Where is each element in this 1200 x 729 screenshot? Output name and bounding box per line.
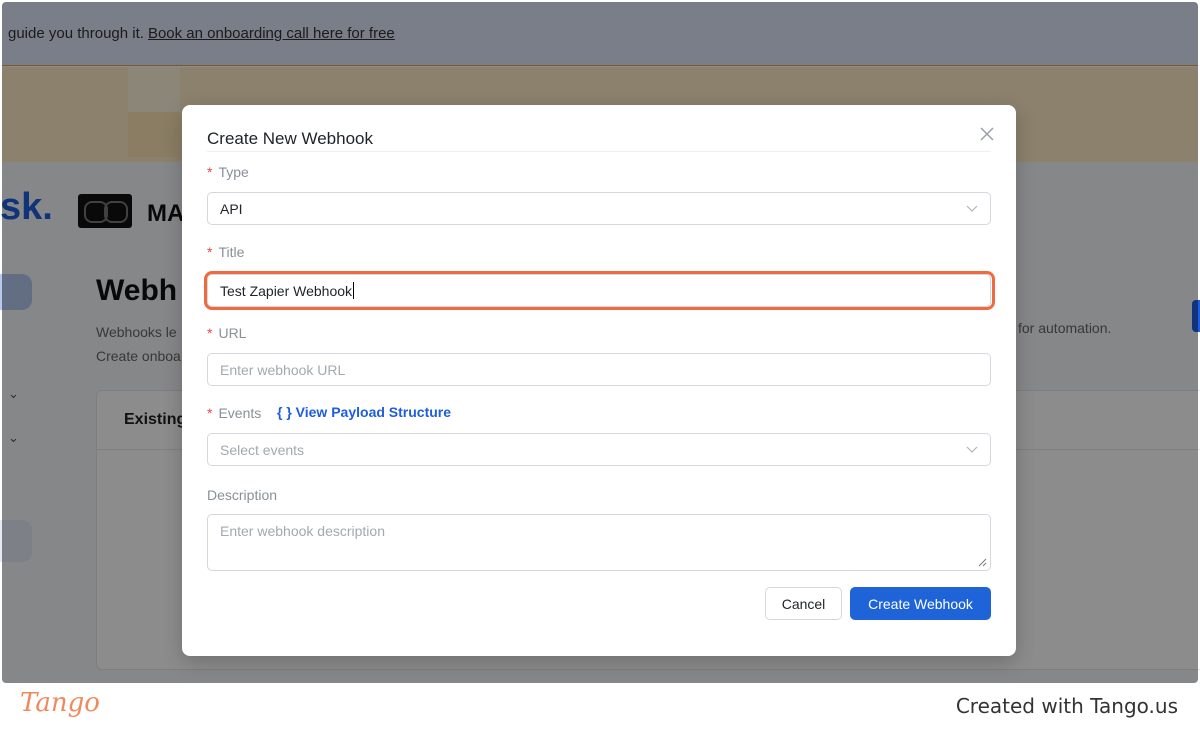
required-marker: *: [207, 325, 213, 341]
required-marker: *: [207, 244, 213, 260]
tango-logo: Tango: [20, 688, 100, 718]
url-label: * URL: [207, 325, 246, 341]
close-icon[interactable]: [978, 125, 996, 143]
description-label: Description: [207, 487, 278, 503]
type-select[interactable]: API: [207, 192, 991, 225]
title-label-text: Title: [218, 244, 245, 260]
create-webhook-modal: Create New Webhook * Type API * Title Test…: [182, 105, 1016, 656]
text-cursor: [353, 282, 355, 299]
url-label-text: URL: [218, 325, 247, 341]
url-input[interactable]: Enter webhook URL: [207, 353, 991, 386]
title-input[interactable]: Test Zapier Webhook: [207, 274, 991, 307]
resize-handle-icon[interactable]: [977, 557, 987, 567]
chevron-down-icon: [966, 205, 978, 212]
description-placeholder: Enter webhook description: [220, 523, 385, 539]
title-label: * Title: [207, 244, 244, 260]
divider: [207, 151, 991, 152]
events-label-text: Events: [218, 405, 262, 421]
description-textarea[interactable]: Enter webhook description: [207, 514, 991, 571]
events-select[interactable]: Select events: [207, 433, 991, 466]
events-label: * Events: [207, 405, 261, 421]
footer-credit: Created with Tango.us: [955, 694, 1178, 718]
url-input-placeholder: Enter webhook URL: [220, 361, 346, 378]
required-marker: *: [207, 164, 213, 180]
chevron-down-icon: [966, 446, 978, 453]
create-webhook-button[interactable]: Create Webhook: [850, 587, 991, 620]
cancel-button[interactable]: Cancel: [765, 587, 842, 620]
view-payload-structure-link[interactable]: { } View Payload Structure: [277, 404, 451, 420]
title-input-value: Test Zapier Webhook: [220, 282, 353, 299]
type-label-text: Type: [218, 164, 249, 180]
required-marker: *: [207, 405, 213, 421]
modal-title: Create New Webhook: [207, 129, 373, 148]
type-select-value: API: [220, 200, 243, 217]
events-select-placeholder: Select events: [220, 441, 305, 458]
type-label: * Type: [207, 164, 249, 180]
